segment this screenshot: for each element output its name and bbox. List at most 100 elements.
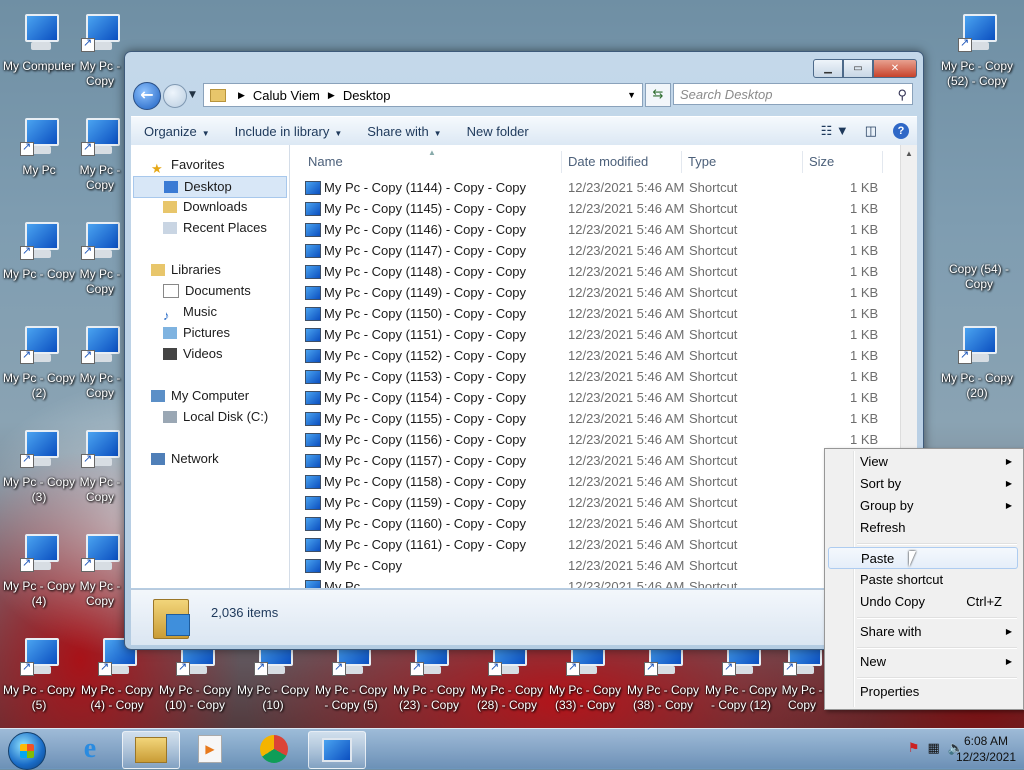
desktop-icon[interactable]: My Pc - Copy (78, 324, 122, 400)
view-options-icon[interactable]: ☷ ▼ (821, 123, 849, 139)
file-row[interactable]: My Pc - Copy (1154) - Copy - Copy 12/23/2… (302, 387, 882, 408)
nav-downloads[interactable]: Downloads (163, 197, 247, 217)
file-row[interactable]: My Pc - Copy (1155) - Copy - Copy 12/23/2… (302, 408, 882, 429)
help-icon[interactable]: ? (893, 123, 909, 139)
close-button[interactable]: ✕ (873, 59, 917, 78)
chevron-down-icon[interactable]: ▼ (627, 90, 636, 100)
file-row[interactable]: My Pc 12/23/2021 5:46 AM Shortcut (302, 576, 882, 588)
clock[interactable]: 6:08 AM 12/23/2021 (956, 733, 1016, 765)
recent-pages-dropdown[interactable]: ▼ (189, 90, 196, 100)
menu-item-share-with[interactable]: Share with ▶ (828, 621, 1018, 643)
nav-libraries[interactable]: Libraries (151, 260, 221, 280)
nav-music[interactable]: ♪ Music (163, 302, 217, 323)
minimize-button[interactable]: ▁ (813, 59, 843, 78)
file-type: Shortcut (689, 453, 738, 468)
scroll-up-icon[interactable]: ▲ (905, 149, 913, 158)
desktop-icon[interactable]: My Pc - Copy (2) - C (78, 428, 122, 504)
windows-explorer-icon[interactable] (122, 731, 180, 769)
file-row[interactable]: My Pc - Copy (1148) - Copy - Copy 12/23/2… (302, 261, 882, 282)
chrome-icon[interactable] (246, 731, 302, 767)
file-row[interactable]: My Pc - Copy (1156) - Copy - Copy 12/23/2… (302, 429, 882, 450)
file-row[interactable]: My Pc - Copy (1146) - Copy - Copy 12/23/2… (302, 219, 882, 240)
menu-item-view[interactable]: View ▶ (828, 451, 1018, 473)
desktop-icon[interactable]: My Pc - Copy (6) (78, 12, 122, 88)
nav-pictures[interactable]: Pictures (163, 323, 230, 343)
menu-item-undo-copy[interactable]: Undo Copy Ctrl+Z (828, 591, 1018, 613)
nav-network[interactable]: Network (151, 449, 219, 469)
file-row[interactable]: My Pc - Copy (1147) - Copy - Copy 12/23/2… (302, 240, 882, 261)
file-row[interactable]: My Pc - Copy (1158) - Copy - Copy 12/23/2… (302, 471, 882, 492)
remote-desktop-icon[interactable] (308, 731, 366, 769)
file-size: 1 KB (850, 369, 879, 384)
nav-recent-places[interactable]: Recent Places (163, 218, 267, 238)
back-button[interactable]: ← (133, 82, 161, 110)
file-row[interactable]: My Pc - Copy (1151) - Copy - Copy 12/23/2… (302, 324, 882, 345)
file-date: 12/23/2021 5:46 AM (568, 411, 685, 426)
desktop-icon[interactable]: My Pc - Copy (3) (0, 428, 78, 505)
menu-item-new[interactable]: New ▶ (828, 651, 1018, 673)
action-center-flag-icon[interactable]: ⚑ (908, 741, 920, 756)
nav-local-disk[interactable]: Local Disk (C:) (163, 407, 268, 427)
nav-label: Network (171, 451, 219, 466)
file-row[interactable]: My Pc - Copy (1145) - Copy - Copy 12/23/2… (302, 198, 882, 219)
desktop-icon[interactable]: My Pc - Copy (7) (78, 220, 122, 296)
file-row[interactable]: My Pc - Copy (1160) - Copy - Copy 12/23/2… (302, 513, 882, 534)
address-bar[interactable]: ▶ Calub Viem ▶ Desktop ▼ (203, 83, 643, 107)
organize-button[interactable]: Organize ▼ (131, 124, 222, 139)
column-header-name[interactable]: Name ▲ (302, 148, 562, 173)
media-player-icon[interactable]: ▶ (182, 731, 238, 767)
column-header-type[interactable]: Type (682, 151, 803, 173)
column-header-date[interactable]: Date modified (562, 151, 682, 173)
breadcrumb-segment[interactable]: Calub Viem (253, 88, 320, 103)
menu-item-paste-shortcut[interactable]: Paste shortcut (828, 569, 1018, 591)
nav-favorites[interactable]: ★ Favorites (151, 155, 224, 176)
network-tray-icon[interactable]: ▦ (928, 741, 940, 756)
file-row[interactable]: My Pc - Copy (1159) - Copy - Copy 12/23/2… (302, 492, 882, 513)
refresh-button[interactable]: ⇆ (645, 83, 671, 107)
file-row[interactable]: My Pc - Copy (1157) - Copy - Copy 12/23/2… (302, 450, 882, 471)
desktop-icon[interactable]: Copy (54) - Copy (940, 262, 1018, 292)
desktop-icon[interactable]: My Pc (0, 116, 78, 178)
column-header-size[interactable]: Size (803, 151, 883, 173)
file-size: 1 KB (850, 222, 879, 237)
desktop-icon[interactable]: My Pc - Copy (5) (0, 636, 78, 713)
desktop-icon[interactable]: My Pc - Copy (4) (0, 532, 78, 609)
file-row[interactable]: My Pc - Copy (1153) - Copy - Copy 12/23/2… (302, 366, 882, 387)
desktop-icon[interactable]: My Pc - Copy (3) - C (78, 532, 122, 608)
new-folder-button[interactable]: New folder (454, 124, 541, 139)
maximize-button[interactable]: ▭ (843, 59, 873, 78)
shortcut-icon (305, 181, 321, 195)
file-row[interactable]: My Pc - Copy 12/23/2021 5:46 AM Shortcut (302, 555, 882, 576)
nav-videos[interactable]: Videos (163, 344, 223, 364)
include-in-library-button[interactable]: Include in library ▼ (222, 124, 355, 139)
start-button[interactable] (8, 732, 46, 770)
desktop-icon[interactable]: My Pc - Copy (2) (0, 324, 78, 401)
desktop-icon-label: My Pc - Copy - Copy (5) (314, 683, 387, 712)
menu-item-sort-by[interactable]: Sort by ▶ (828, 473, 1018, 495)
menu-item-properties[interactable]: Properties (828, 681, 1018, 703)
file-row[interactable]: My Pc - Copy (1161) - Copy - Copy 12/23/2… (302, 534, 882, 555)
preview-pane-icon[interactable]: ◫ (865, 123, 877, 139)
file-row[interactable]: My Pc - Copy (1149) - Copy - Copy 12/23/2… (302, 282, 882, 303)
nav-my-computer[interactable]: My Computer (151, 386, 249, 406)
internet-explorer-icon[interactable]: e (62, 731, 118, 767)
breadcrumb-segment[interactable]: Desktop (343, 88, 391, 103)
shortcut-icon (17, 116, 61, 160)
forward-button[interactable] (163, 84, 187, 108)
share-with-button[interactable]: Share with ▼ (354, 124, 453, 139)
desktop-icon[interactable]: My Pc - Copy (20) (938, 324, 1016, 401)
file-row[interactable]: My Pc - Copy (1150) - Copy - Copy 12/23/2… (302, 303, 882, 324)
nav-documents[interactable]: Documents (163, 281, 251, 301)
desktop-icon-my-computer[interactable]: My Computer (0, 12, 78, 74)
menu-item-refresh[interactable]: Refresh (828, 517, 1018, 539)
file-row[interactable]: My Pc - Copy (1152) - Copy - Copy 12/23/2… (302, 345, 882, 366)
menu-item-group-by[interactable]: Group by ▶ (828, 495, 1018, 517)
search-input[interactable]: Search Desktop ⚲ (673, 83, 913, 105)
desktop-icon[interactable]: My Pc - Copy (52) - Copy (938, 12, 1016, 89)
item-count: 2,036 items (211, 605, 279, 620)
desktop-icon[interactable]: My Pc - Copy (5) - C (78, 116, 122, 192)
file-row[interactable]: My Pc - Copy (1144) - Copy - Copy 12/23/2… (302, 177, 882, 198)
menu-item-paste[interactable]: Paste (828, 547, 1018, 569)
desktop-icon[interactable]: My Pc - Copy (0, 220, 78, 282)
nav-desktop[interactable]: Desktop (133, 176, 287, 198)
